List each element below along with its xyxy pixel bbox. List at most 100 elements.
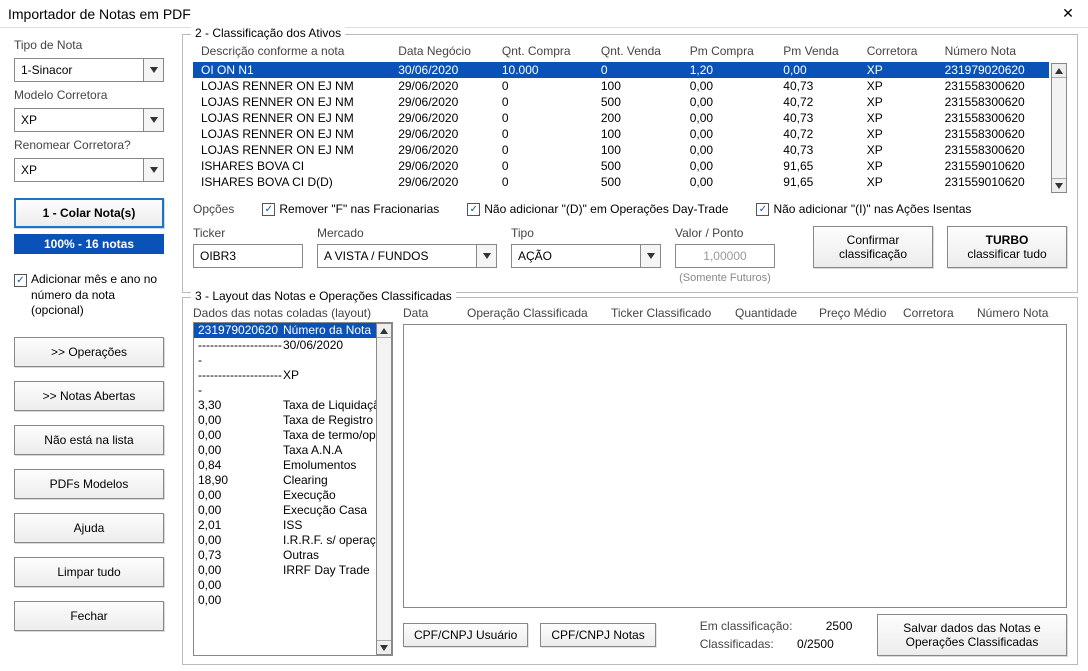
confirmar-classificacao-button[interactable]: Confirmar classificação [813, 226, 933, 268]
list-item[interactable]: 0,00 [194, 578, 392, 593]
ativos-table-wrap: Descrição conforme a notaData NegócioQnt… [193, 43, 1067, 193]
cpf-notas-button[interactable]: CPF/CNPJ Notas [540, 623, 655, 647]
ticker-input[interactable]: OIBR3 [193, 244, 303, 268]
modelo-corretora-select[interactable]: XP [14, 108, 164, 132]
notas-abertas-button[interactable]: >> Notas Abertas [14, 381, 164, 411]
list-item[interactable]: ----------------------XP [194, 368, 392, 398]
colar-notas-button[interactable]: 1 - Colar Nota(s) [14, 198, 164, 228]
close-icon[interactable]: ✕ [1056, 5, 1080, 22]
progress-bar: 100% - 16 notas [14, 234, 164, 254]
checkbox-icon: ✓ [756, 203, 769, 216]
ajuda-button[interactable]: Ajuda [14, 513, 164, 543]
table-row[interactable]: LOJAS RENNER ON EJ NM29/06/202005000,004… [193, 94, 1049, 110]
list-item[interactable]: 0,00Execução Casa [194, 503, 392, 518]
classificadas-value: 0/2500 [784, 637, 834, 651]
result-list[interactable] [403, 324, 1067, 608]
result-column-header: Operação Classificada [467, 306, 607, 320]
group-title: 2 - Classificação dos Ativos [191, 26, 345, 40]
list-item[interactable]: 0,00 [194, 593, 392, 608]
chevron-down-icon [476, 245, 496, 267]
table-header: Número Nota [937, 43, 1049, 62]
renomear-corretora-select[interactable]: XP [14, 158, 164, 182]
tipo-nota-select[interactable]: 1-Sinacor [14, 58, 164, 82]
table-scrollbar[interactable] [1051, 63, 1067, 193]
table-header: Qnt. Compra [494, 43, 593, 62]
scroll-down-icon[interactable] [1052, 178, 1066, 192]
mercado-label: Mercado [317, 226, 497, 240]
table-header: Corretora [859, 43, 937, 62]
ativos-table[interactable]: Descrição conforme a notaData NegócioQnt… [193, 43, 1049, 190]
salvar-dados-button[interactable]: Salvar dados das Notas e Operações Class… [877, 614, 1067, 656]
table-header: Descrição conforme a nota [193, 43, 390, 62]
valor-ponto-input[interactable]: 1,00000 [675, 244, 775, 268]
chevron-down-icon [143, 59, 163, 81]
checkbox-icon: ✓ [262, 203, 275, 216]
table-row[interactable]: ISHARES BOVA CI29/06/202005000,0091,65XP… [193, 158, 1049, 174]
chevron-down-icon [143, 109, 163, 131]
list-item[interactable]: 0,84Emolumentos [194, 458, 392, 473]
checkbox-icon: ✓ [467, 203, 480, 216]
result-columns: DataOperação ClassificadaTicker Classifi… [403, 306, 1067, 324]
tipo-label: Tipo [511, 226, 661, 240]
table-row[interactable]: LOJAS RENNER ON EJ NM29/06/202001000,004… [193, 78, 1049, 94]
tipo-nota-label: Tipo de Nota [14, 38, 164, 52]
add-mes-checkbox-row[interactable]: ✓ Adicionar mês e ano no número da nota … [14, 272, 164, 319]
opt-remover-f[interactable]: ✓Remover "F" nas Fracionarias [262, 201, 439, 216]
valor-hint: (Somente Futuros) [675, 272, 775, 284]
list-item[interactable]: 18,90Clearing [194, 473, 392, 488]
list-item[interactable]: 0,00IRRF Day Trade [194, 563, 392, 578]
fechar-button[interactable]: Fechar [14, 601, 164, 631]
opt-nao-i[interactable]: ✓Não adicionar "(I)" nas Ações Isentas [756, 201, 971, 216]
cpf-usuario-button[interactable]: CPF/CNPJ Usuário [403, 623, 528, 647]
table-header: Pm Venda [775, 43, 858, 62]
operacoes-button[interactable]: >> Operações [14, 337, 164, 367]
result-column-header: Número Nota [977, 306, 1067, 320]
em-classificacao-label: Em classificação: [700, 619, 793, 633]
list-item[interactable]: 2,01ISS [194, 518, 392, 533]
scroll-up-icon[interactable] [377, 324, 391, 338]
opcoes-label: Opções [193, 202, 234, 216]
list-item[interactable]: 3,30Taxa de Liquidaçã [194, 398, 392, 413]
opt-nao-d[interactable]: ✓Não adicionar "(D)" em Operações Day-Tr… [467, 201, 728, 216]
table-header: Pm Compra [682, 43, 776, 62]
layout-label: Dados das notas coladas (layout) [193, 306, 393, 320]
turbo-classificar-button[interactable]: TURBOclassificar tudo [947, 226, 1067, 268]
sidebar: Tipo de Nota 1-Sinacor Modelo Corretora … [0, 28, 178, 671]
table-row[interactable]: LOJAS RENNER ON EJ NM29/06/202001000,004… [193, 126, 1049, 142]
table-row[interactable]: LOJAS RENNER ON EJ NM29/06/202002000,004… [193, 110, 1049, 126]
em-classificacao-value: 2500 [802, 619, 852, 633]
list-item[interactable]: 0,00I.R.R.F. s/ operaçõ [194, 533, 392, 548]
limpar-tudo-button[interactable]: Limpar tudo [14, 557, 164, 587]
list-item[interactable]: 0,00Taxa A.N.A [194, 443, 392, 458]
group-title: 3 - Layout das Notas e Operações Classif… [191, 289, 456, 303]
list-item[interactable]: ----------------------30/06/2020 [194, 338, 392, 368]
table-header: Data Negócio [390, 43, 494, 62]
table-row[interactable]: OI ON N130/06/202010.00001,200,00XP23197… [193, 62, 1049, 78]
list-item[interactable]: 0,00Execução [194, 488, 392, 503]
scroll-up-icon[interactable] [1052, 64, 1066, 78]
tipo-select[interactable]: AÇÃO [511, 244, 661, 268]
mercado-select[interactable]: A VISTA / FUNDOS [317, 244, 497, 268]
title-bar: Importador de Notas em PDF ✕ [0, 0, 1088, 28]
result-column-header: Quantidade [735, 306, 815, 320]
scroll-down-icon[interactable] [377, 640, 391, 654]
layout-listbox[interactable]: 231979020620Número da Nota--------------… [193, 322, 393, 656]
list-item[interactable]: 0,73Outras [194, 548, 392, 563]
list-item[interactable]: 0,00Taxa de termo/op [194, 428, 392, 443]
classificacao-group: 2 - Classificação dos Ativos Descrição c… [182, 34, 1078, 293]
list-item[interactable]: 231979020620Número da Nota [194, 323, 392, 338]
modelo-corretora-label: Modelo Corretora [14, 88, 164, 102]
table-row[interactable]: ISHARES BOVA CI D(D)29/06/202005000,0091… [193, 174, 1049, 190]
ticker-label: Ticker [193, 226, 303, 240]
list-scrollbar[interactable] [376, 323, 392, 655]
list-item[interactable]: 0,00Taxa de Registro [194, 413, 392, 428]
table-row[interactable]: LOJAS RENNER ON EJ NM29/06/202001000,004… [193, 142, 1049, 158]
result-column-header: Corretora [903, 306, 973, 320]
layout-group: 3 - Layout das Notas e Operações Classif… [182, 297, 1078, 665]
window-title: Importador de Notas em PDF [8, 6, 1056, 22]
pdfs-modelos-button[interactable]: PDFs Modelos [14, 469, 164, 499]
checkbox-icon: ✓ [14, 274, 27, 287]
chevron-down-icon [143, 159, 163, 181]
nao-esta-lista-button[interactable]: Não está na lista [14, 425, 164, 455]
result-column-header: Data [403, 306, 463, 320]
